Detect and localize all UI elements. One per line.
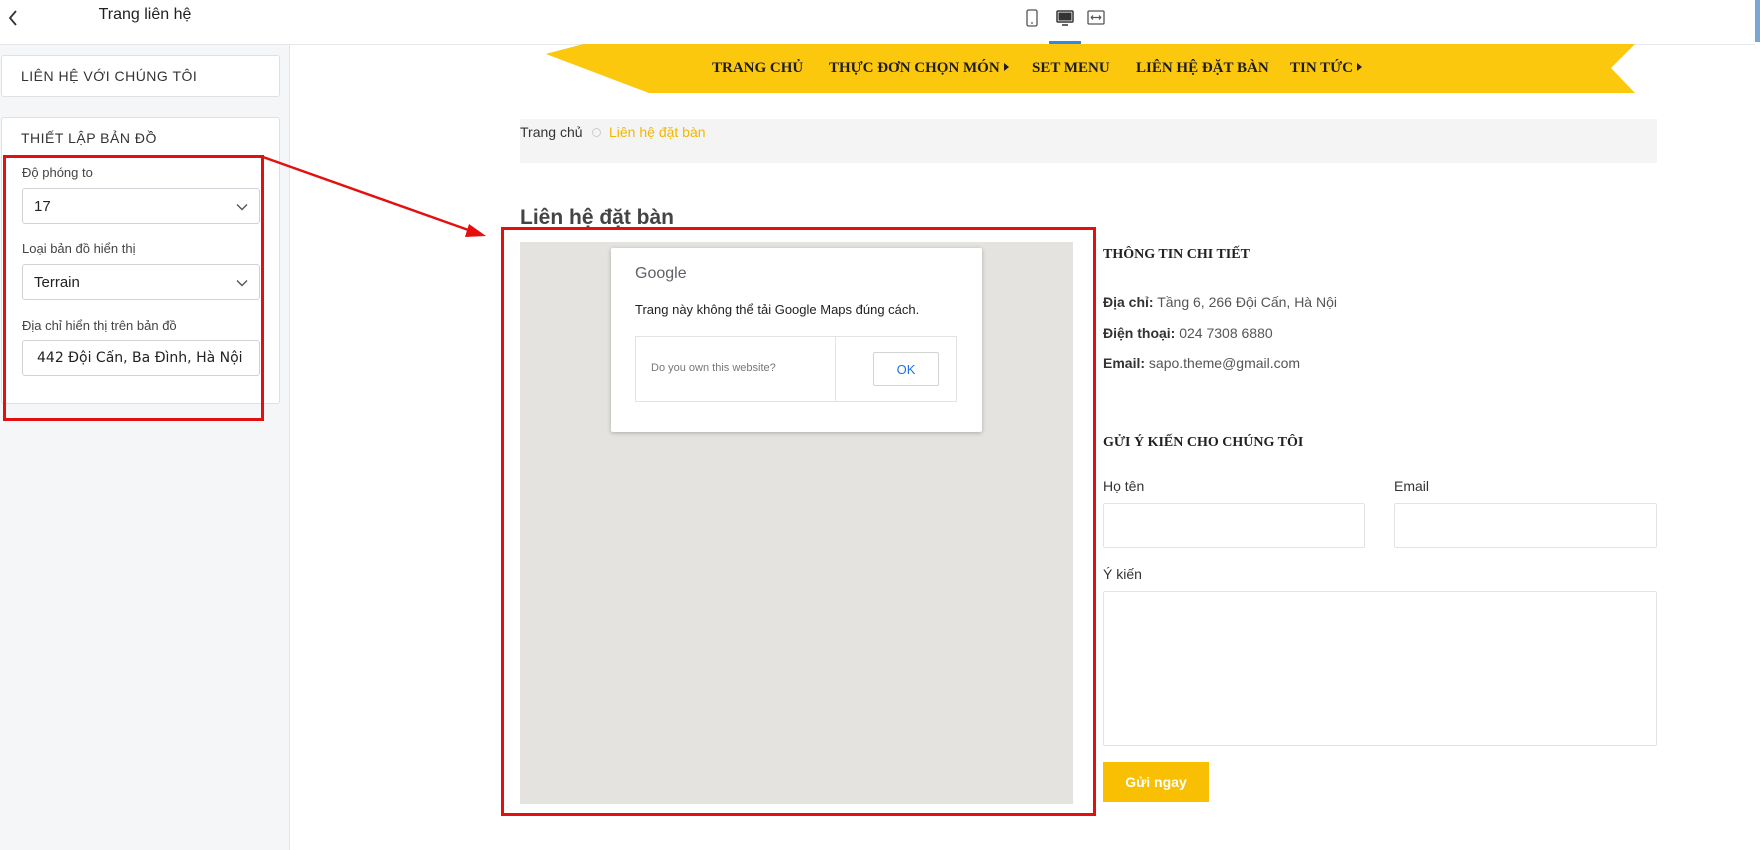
nav-item-home[interactable]: TRANG CHỦ [712, 60, 803, 77]
caret-right-icon [1003, 63, 1009, 71]
preview-toolbar [290, 0, 1755, 45]
map-error-message: Trang này không thể tải Google Maps đúng… [635, 302, 920, 317]
email-line: Email: sapo.theme@gmail.com [1103, 355, 1301, 371]
address-line: Địa chỉ: Tầng 6, 266 Đội Cấn, Hà Nội [1103, 294, 1337, 310]
breadcrumb-separator-icon [592, 128, 601, 137]
page-title: Liên hệ đặt bàn [520, 206, 675, 229]
breadcrumb: Trang chủ Liên hệ đặt bàn [520, 119, 1657, 163]
map-settings-title: THIẾT LẬP BẢN ĐỒ [21, 130, 157, 146]
address-label: Địa chỉ hiển thị trên bản đồ [22, 318, 177, 333]
phone-line: Điện thoại: 024 7308 6880 [1103, 325, 1273, 341]
contact-section-title: LIÊN HỆ VỚI CHÚNG TÔI [21, 68, 198, 84]
breadcrumb-home-link[interactable]: Trang chủ [520, 124, 583, 140]
map-type-value: Terrain [34, 274, 80, 291]
breadcrumb-current: Liên hệ đặt bàn [609, 124, 706, 140]
sidebar-title: Trang liên hệ [98, 6, 192, 23]
scrollbar[interactable] [1755, 0, 1760, 42]
nav-item-menu[interactable]: THỰC ĐƠN CHỌN MÓN [829, 60, 1009, 77]
ok-button[interactable]: OK [873, 352, 939, 386]
submit-button[interactable]: Gửi ngay [1103, 762, 1209, 802]
main-navigation: TRANG CHỦ THỰC ĐƠN CHỌN MÓN SET MENU LIÊ… [546, 44, 1635, 93]
desktop-icon[interactable] [1054, 7, 1076, 29]
message-label: Ý kiến [1103, 566, 1142, 582]
caret-right-icon [1356, 63, 1362, 71]
own-website-question: Do you own this website? [651, 362, 776, 374]
divider [835, 337, 836, 401]
map-type-label: Loại bản đồ hiển thị [22, 241, 136, 256]
contact-section-panel[interactable]: LIÊN HỆ VỚI CHÚNG TÔI [1, 55, 280, 97]
map-error-dialog: Google Trang này không thể tải Google Ma… [611, 248, 982, 432]
map-settings-panel: THIẾT LẬP BẢN ĐỒ Độ phóng to 17 Loại bản… [1, 117, 280, 404]
email-input[interactable] [1394, 503, 1657, 548]
chevron-down-icon [236, 280, 248, 287]
map-error-box: Do you own this website? OK [635, 336, 957, 402]
name-label: Họ tên [1103, 478, 1145, 494]
chevron-down-icon [236, 204, 248, 211]
feedback-heading: GỬI Ý KIẾN CHO CHÚNG TÔI [1103, 435, 1304, 450]
map-type-select[interactable]: Terrain [22, 264, 260, 300]
email-label: Email [1394, 478, 1430, 494]
google-map[interactable]: Google Trang này không thể tải Google Ma… [520, 242, 1073, 804]
mobile-icon[interactable] [1021, 7, 1043, 29]
sidebar-header: Trang liên hệ [0, 0, 290, 45]
nav-item-set-menu[interactable]: SET MENU [1032, 60, 1110, 77]
zoom-select[interactable]: 17 [22, 188, 260, 224]
details-heading: THÔNG TIN CHI TIẾT [1103, 247, 1250, 262]
zoom-label: Độ phóng to [22, 165, 93, 180]
nav-item-booking[interactable]: LIÊN HỆ ĐẶT BÀN [1136, 60, 1269, 77]
map-address-input[interactable] [22, 340, 260, 376]
zoom-value: 17 [34, 198, 51, 215]
settings-sidebar: Trang liên hệ LIÊN HỆ VỚI CHÚNG TÔI THIẾ… [0, 0, 290, 850]
name-input[interactable] [1103, 503, 1365, 548]
message-textarea[interactable] [1103, 591, 1657, 746]
fullwidth-icon[interactable] [1085, 7, 1107, 29]
nav-item-news[interactable]: TIN TỨC [1290, 60, 1362, 77]
google-logo: Google [635, 265, 687, 282]
